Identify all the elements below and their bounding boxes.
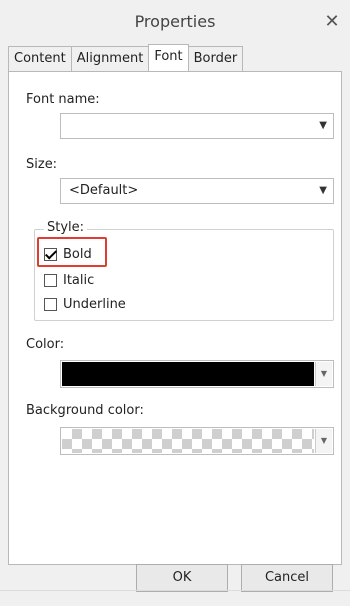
dialog-title: Properties	[134, 12, 216, 31]
italic-checkbox-row[interactable]: Italic	[44, 271, 94, 289]
size-value: <Default>	[69, 183, 139, 198]
color-label: Color:	[26, 337, 65, 352]
style-label: Style:	[44, 220, 88, 235]
size-label: Size:	[26, 157, 58, 172]
title-bar: Properties ✕	[0, 0, 350, 46]
underline-checkbox-row[interactable]: Underline	[44, 295, 126, 313]
bold-highlight-box	[37, 237, 107, 267]
cancel-button[interactable]: Cancel	[241, 564, 333, 592]
background-color-swatch	[62, 429, 314, 453]
tab-alignment[interactable]: Alignment	[70, 46, 150, 71]
underline-checkbox[interactable]	[44, 297, 57, 311]
font-name-select[interactable]: ▼	[60, 113, 334, 139]
tab-content[interactable]: Content	[8, 46, 72, 71]
footer-divider	[0, 590, 350, 591]
chevron-down-icon[interactable]: ▼	[315, 362, 332, 386]
color-picker[interactable]: ▼	[60, 360, 334, 388]
background-color-label: Background color:	[26, 403, 144, 418]
tab-border[interactable]: Border	[187, 46, 244, 71]
close-icon[interactable]: ✕	[320, 10, 344, 34]
size-select[interactable]: <Default> ▼	[60, 178, 334, 204]
chevron-down-icon: ▼	[319, 120, 327, 131]
tab-bar: Content Alignment Font Border	[8, 44, 244, 72]
ok-button[interactable]: OK	[136, 564, 228, 592]
italic-label: Italic	[63, 272, 95, 288]
properties-dialog: Properties ✕ Content Alignment Font Bord…	[0, 0, 350, 606]
background-color-picker[interactable]: ▼	[60, 427, 334, 455]
font-name-label: Font name:	[26, 92, 100, 107]
chevron-down-icon: ▼	[319, 185, 327, 196]
underline-label: Underline	[63, 296, 126, 312]
tab-font[interactable]: Font	[148, 44, 189, 71]
color-swatch	[62, 362, 314, 386]
italic-checkbox[interactable]	[44, 273, 57, 287]
chevron-down-icon[interactable]: ▼	[315, 429, 332, 453]
